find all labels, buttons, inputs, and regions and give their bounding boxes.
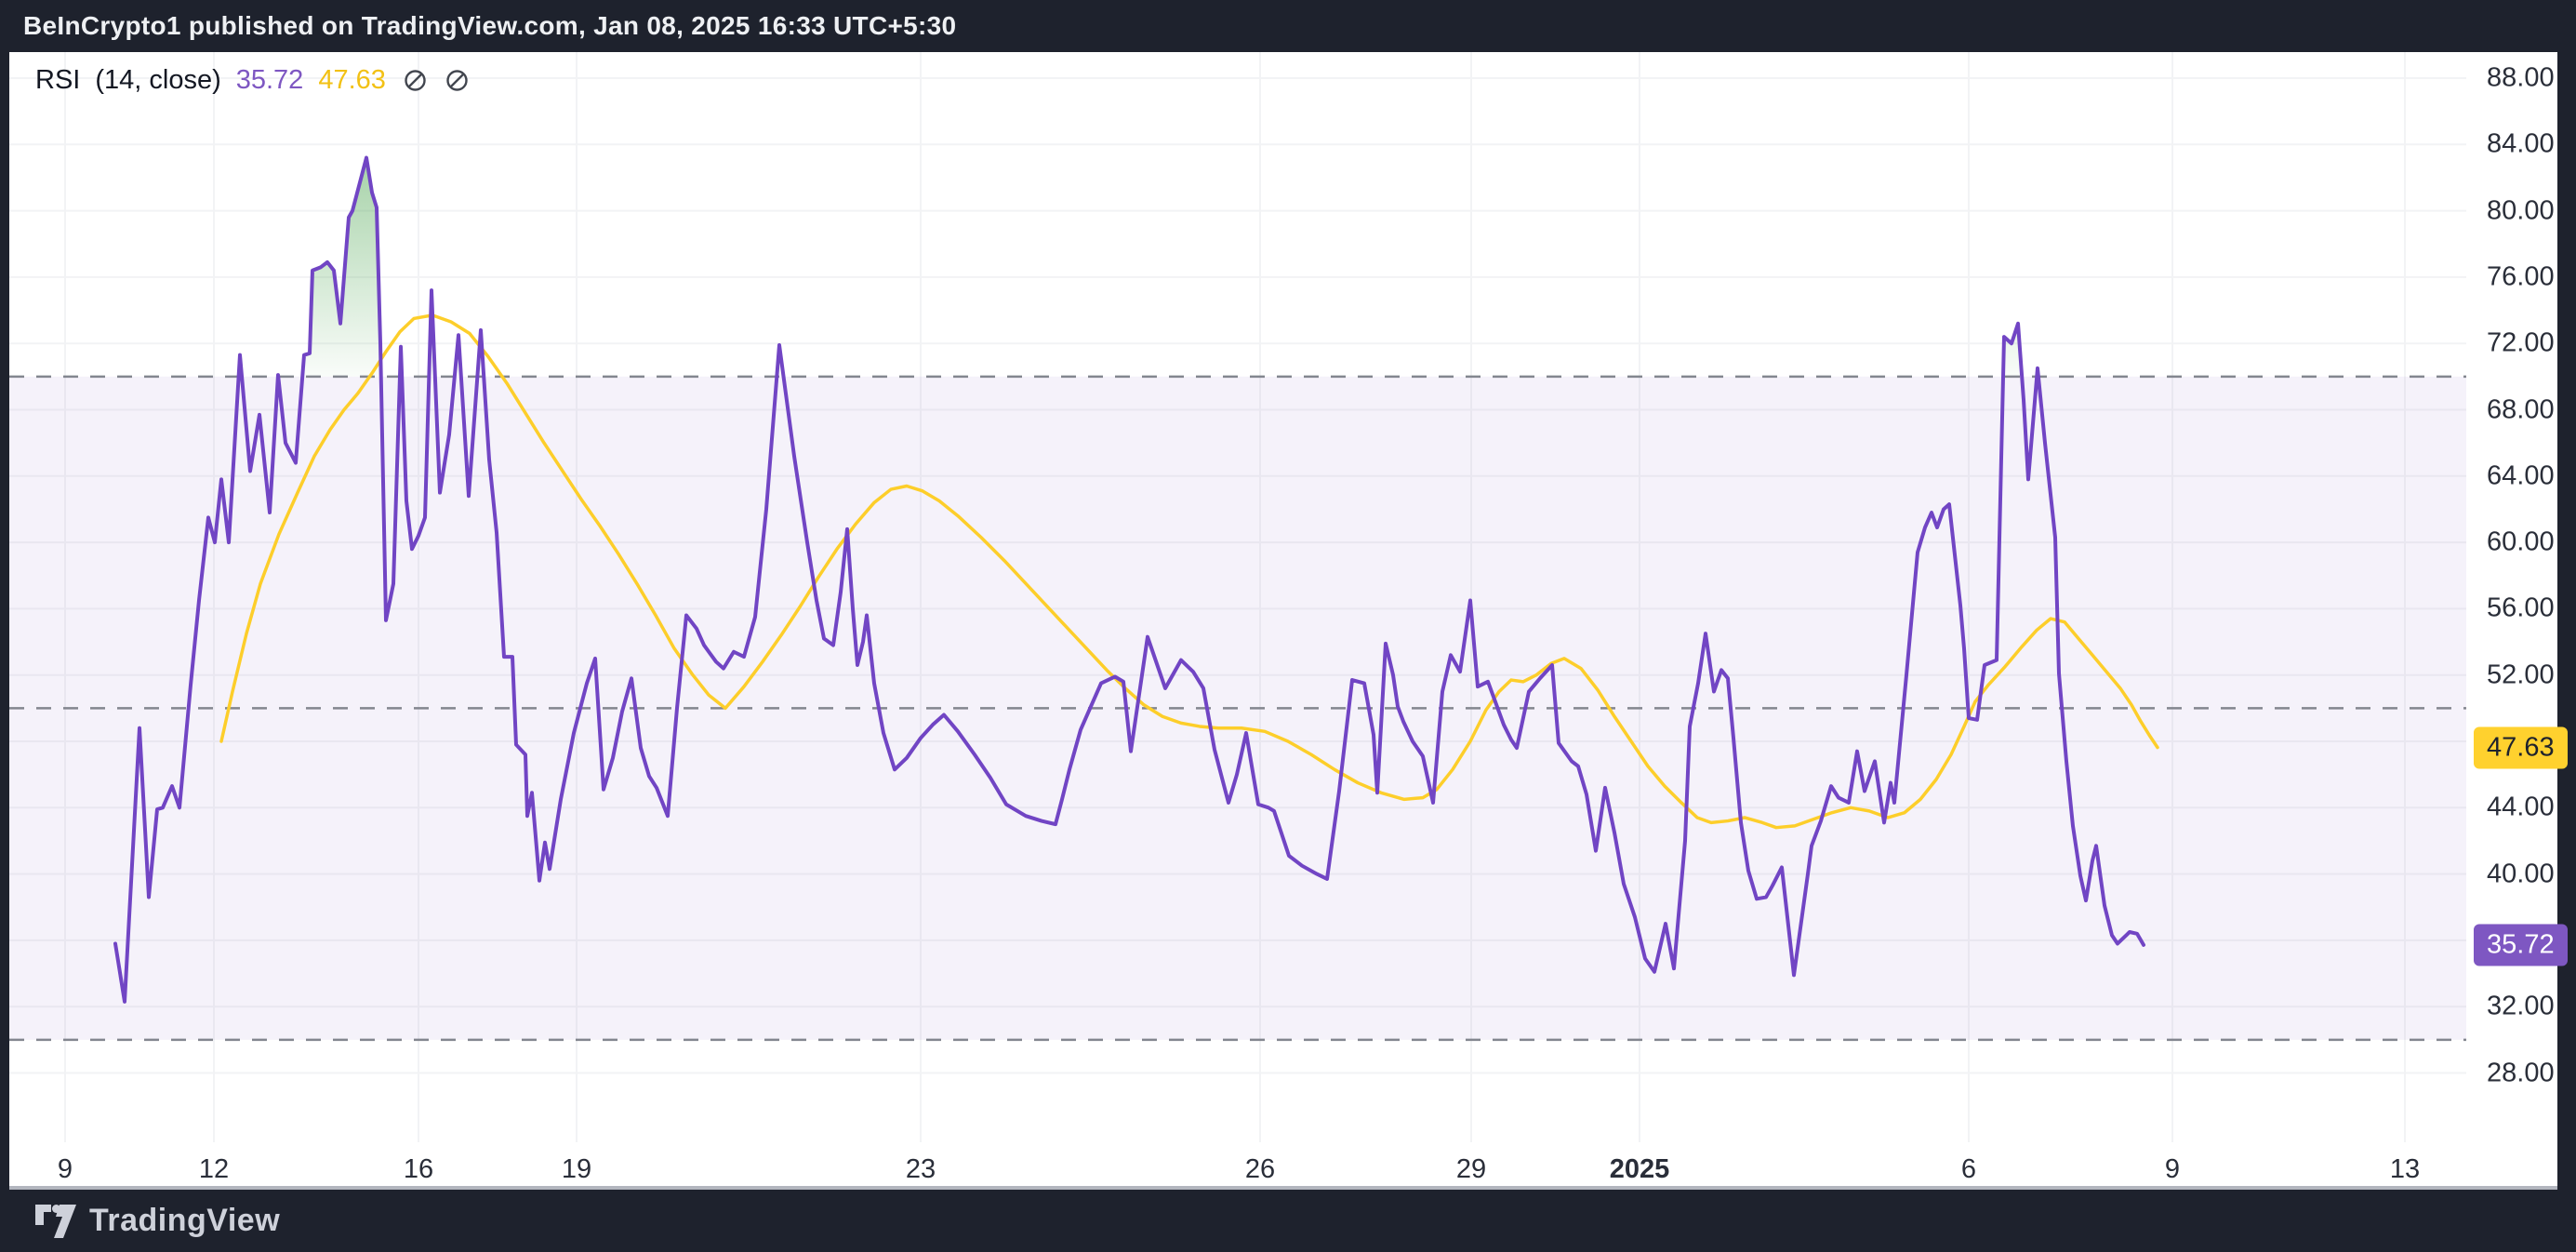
publish-bar: BeInCrypto1 published on TradingView.com…	[0, 0, 2576, 52]
footer-bar: TradingView	[0, 1190, 2576, 1252]
publish-attribution-text: BeInCrypto1 published on TradingView.com…	[23, 11, 956, 41]
time-scale-label: 9	[58, 1154, 73, 1185]
price-scale-label: 76.00	[2487, 261, 2555, 292]
price-scale-label: 52.00	[2487, 659, 2555, 690]
indicator-params: (14, close)	[95, 65, 220, 96]
price-scale-label: 40.00	[2487, 859, 2555, 889]
price-scale-label: 60.00	[2487, 527, 2555, 558]
price-scale-label: 68.00	[2487, 394, 2555, 425]
no-data-icon	[403, 68, 428, 93]
price-scale-label: 80.00	[2487, 195, 2555, 226]
time-scale-label: 29	[1456, 1154, 1486, 1185]
time-scale-label: 23	[906, 1154, 936, 1185]
time-scale-label: 9	[2165, 1154, 2180, 1185]
legend-rsi-value: 35.72	[236, 65, 304, 96]
price-scale-label: 88.00	[2487, 63, 2555, 94]
time-scale-label: 26	[1245, 1154, 1275, 1185]
published-chart-page: BeInCrypto1 published on TradingView.com…	[0, 0, 2576, 1252]
price-scale-label: 84.00	[2487, 129, 2555, 160]
indicator-legend: RSI (14, close) 35.72 47.63	[35, 65, 470, 96]
indicator-title: RSI	[35, 65, 80, 96]
no-data-icon	[445, 68, 470, 93]
ma-value-badge: 47.63	[2474, 726, 2568, 768]
time-scale-label: 12	[199, 1154, 229, 1185]
tradingview-logo-icon	[35, 1205, 76, 1238]
time-scale-label: 6	[1961, 1154, 1976, 1185]
rsi-chart-plot	[9, 52, 2557, 1186]
time-scale-label: 16	[404, 1154, 433, 1185]
price-scale-label: 56.00	[2487, 593, 2555, 624]
legend-ma-value: 47.63	[318, 65, 386, 96]
price-scale-label: 28.00	[2487, 1058, 2555, 1088]
tradingview-wordmark[interactable]: TradingView	[89, 1203, 280, 1239]
chart-panel: RSI (14, close) 35.72 47.63 88.00 84.00 80…	[9, 52, 2557, 1190]
time-scale-label: 2025	[1610, 1154, 1670, 1185]
price-scale-label: 44.00	[2487, 792, 2555, 823]
price-scale-label: 32.00	[2487, 992, 2555, 1022]
time-scale-label: 19	[562, 1154, 591, 1185]
time-scale-label: 13	[2390, 1154, 2420, 1185]
price-scale-label: 72.00	[2487, 328, 2555, 359]
rsi-value-badge: 35.72	[2474, 924, 2568, 966]
price-scale-label: 64.00	[2487, 460, 2555, 491]
tradingview-logo[interactable]	[35, 1205, 76, 1238]
